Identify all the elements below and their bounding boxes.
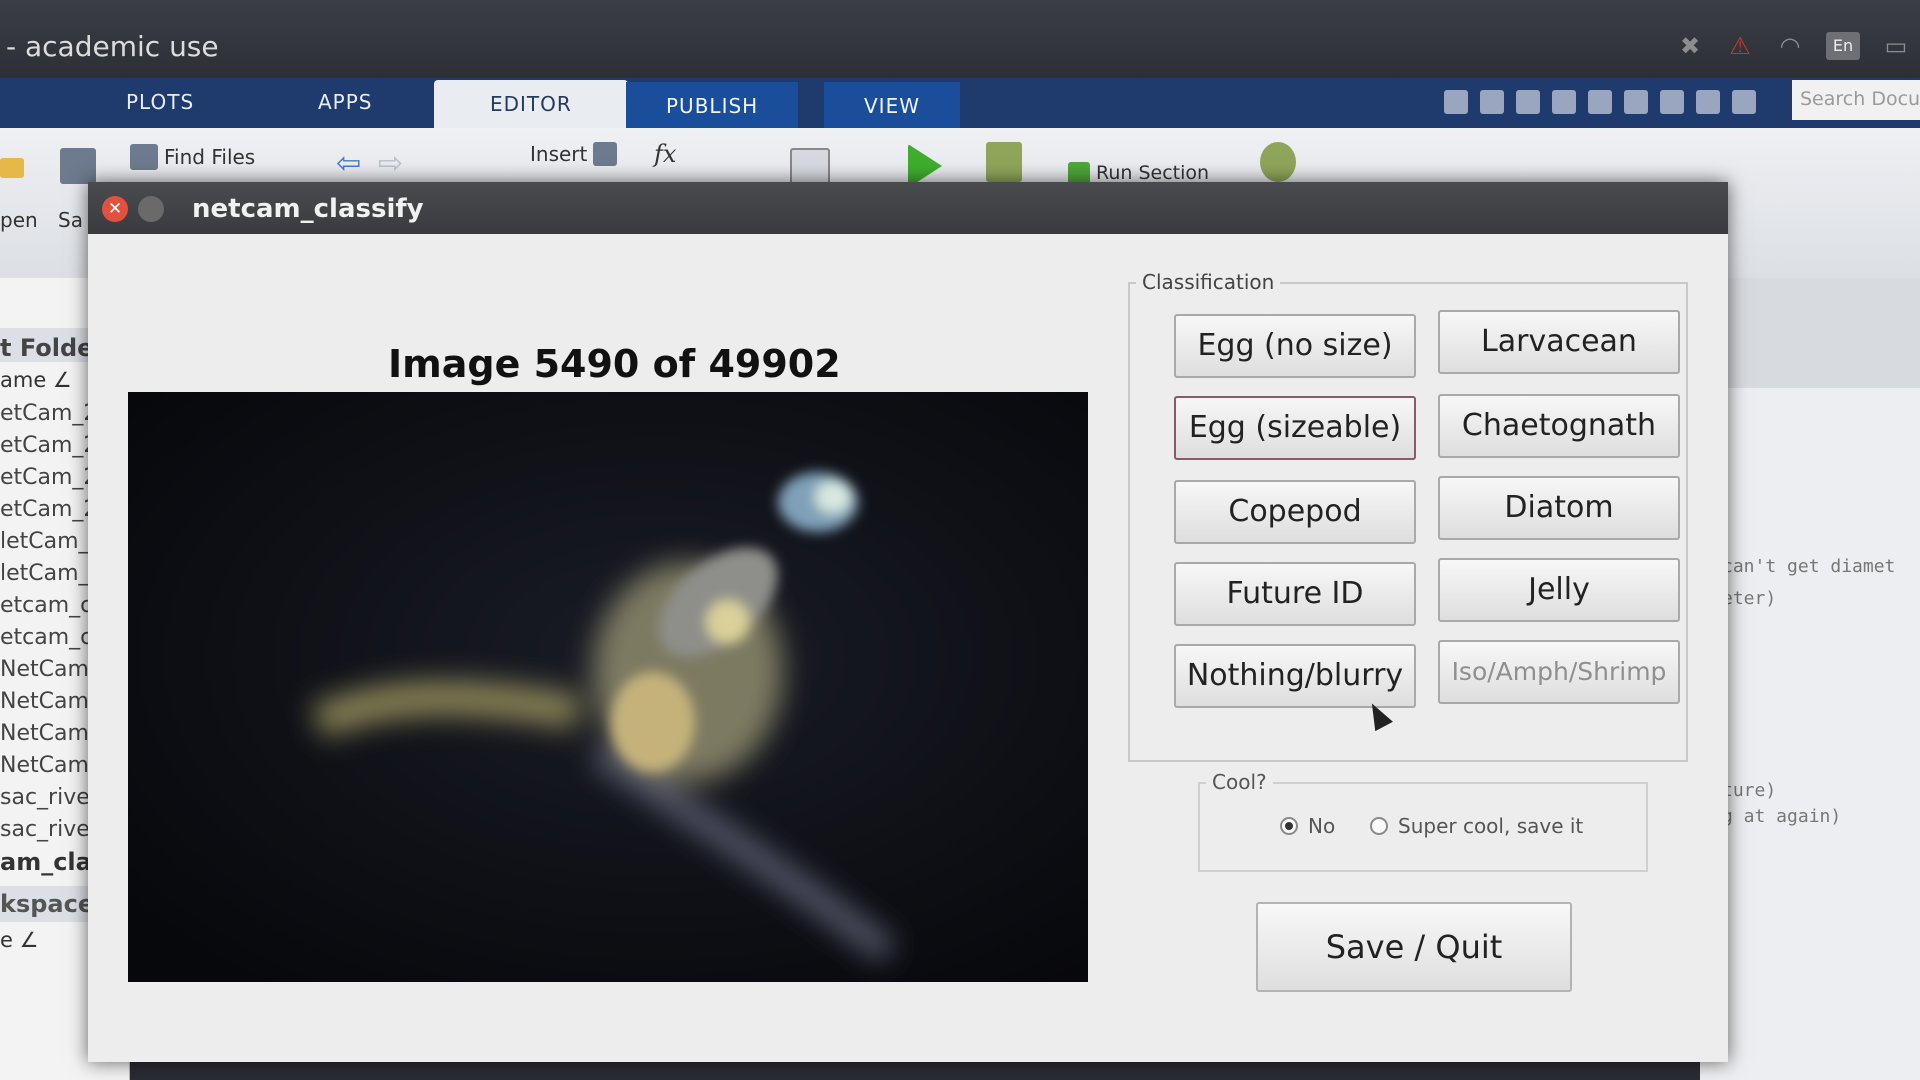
chaetognath-button[interactable]: Chaetognath [1438, 394, 1680, 458]
find-files-button[interactable]: Find Files [130, 144, 255, 170]
insert-icon [593, 142, 618, 166]
layout-icon[interactable] [1696, 90, 1720, 114]
paste-icon[interactable] [1588, 90, 1612, 114]
diatom-button[interactable]: Diatom [1438, 476, 1680, 540]
save-label[interactable]: Sa [58, 208, 83, 232]
matlab-title-bar: - academic use ✖ ⚠ ◠ En ▭ [0, 0, 1920, 78]
run-advance-button[interactable] [986, 142, 1022, 182]
tools-icon[interactable]: ✖ [1676, 32, 1704, 60]
editor-header-band [1700, 278, 1920, 388]
jelly-button[interactable]: Jelly [1438, 558, 1680, 622]
image-counter-heading: Image 5490 of 49902 [388, 342, 841, 386]
close-icon[interactable]: ✕ [102, 196, 128, 222]
tab-apps[interactable]: APPS [318, 90, 373, 114]
run-section-label: Run Section [1096, 162, 1210, 184]
classification-legend: Classification [1136, 270, 1281, 294]
copepod-button[interactable]: Copepod [1174, 480, 1416, 544]
floppy-icon [60, 148, 96, 184]
tab-publish[interactable]: PUBLISH [626, 82, 799, 128]
copy-icon[interactable] [1552, 90, 1576, 114]
cool-no-radio[interactable]: No [1280, 814, 1335, 838]
code-line: ture) [1722, 780, 1777, 801]
forward-arrow-icon[interactable]: ⇨ [378, 146, 403, 181]
dialog-title: netcam_classify [192, 194, 424, 224]
code-line: g at again) [1722, 806, 1842, 827]
new-icon[interactable] [1444, 90, 1468, 114]
redo-icon[interactable] [1660, 90, 1684, 114]
cool-super-label: Super cool, save it [1398, 814, 1584, 838]
specimen-image [128, 392, 1088, 982]
tab-editor[interactable]: EDITOR [434, 80, 628, 128]
insert-button[interactable]: Insert [530, 142, 618, 166]
tab-view[interactable]: VIEW [824, 82, 960, 128]
plankton-photo [128, 392, 1088, 982]
quick-access-toolbar [1430, 84, 1790, 120]
warning-icon[interactable]: ⚠ [1726, 32, 1754, 60]
classify-dialog: ✕ netcam_classify Image 5490 of 49902 Cl… [88, 182, 1728, 1062]
battery-icon[interactable]: ▭ [1882, 32, 1910, 60]
egg-sizeable-button[interactable]: Egg (sizeable) [1174, 396, 1416, 460]
open-label[interactable]: pen [0, 208, 38, 232]
iso-amph-shrimp-button[interactable]: Iso/Amph/Shrimp [1438, 640, 1680, 704]
cool-group: Cool? No Super cool, save it [1198, 770, 1648, 872]
cool-super-radio[interactable]: Super cool, save it [1370, 814, 1583, 838]
code-line: can't get diamet [1722, 556, 1896, 577]
search-documentation-input[interactable]: Search Docu [1792, 80, 1920, 120]
run-and-time-icon [1260, 142, 1296, 182]
system-tray: ✖ ⚠ ◠ En ▭ [1676, 32, 1910, 60]
run-advance-icon [986, 142, 1022, 182]
help-icon[interactable] [1732, 90, 1756, 114]
editor-pane[interactable] [1700, 278, 1920, 1080]
back-arrow-icon[interactable]: ⇦ [336, 146, 361, 181]
fx-button[interactable]: fx [654, 140, 676, 168]
run-section-icon [1068, 162, 1090, 184]
minimize-icon[interactable] [138, 196, 164, 222]
cut-icon[interactable] [1516, 90, 1540, 114]
run-section-button[interactable]: Run Section [1068, 162, 1209, 184]
open-button[interactable] [0, 158, 24, 178]
find-files-icon [130, 144, 158, 170]
find-files-label: Find Files [164, 145, 256, 169]
save-quit-button[interactable]: Save / Quit [1256, 902, 1572, 992]
future-id-button[interactable]: Future ID [1174, 562, 1416, 626]
radio-unselected-icon [1370, 817, 1388, 835]
language-badge[interactable]: En [1826, 32, 1860, 60]
cool-no-label: No [1308, 814, 1336, 838]
window-title: - academic use [6, 30, 219, 63]
radio-selected-icon [1280, 817, 1298, 835]
folder-icon [0, 158, 24, 178]
classification-group: Classification Egg (no size) Larvacean E… [1128, 270, 1688, 762]
run-time-button[interactable] [1260, 142, 1296, 182]
cool-legend: Cool? [1206, 770, 1273, 794]
tab-plots[interactable]: PLOTS [126, 90, 194, 114]
egg-no-size-button[interactable]: Egg (no size) [1174, 314, 1416, 378]
undo-icon[interactable] [1624, 90, 1648, 114]
save-button[interactable] [60, 148, 96, 184]
save-icon[interactable] [1480, 90, 1504, 114]
code-line: eter) [1722, 588, 1777, 609]
wifi-icon[interactable]: ◠ [1776, 32, 1804, 60]
insert-label: Insert [530, 142, 588, 166]
dialog-title-bar: ✕ netcam_classify [88, 182, 1728, 234]
larvacean-button[interactable]: Larvacean [1438, 310, 1680, 374]
